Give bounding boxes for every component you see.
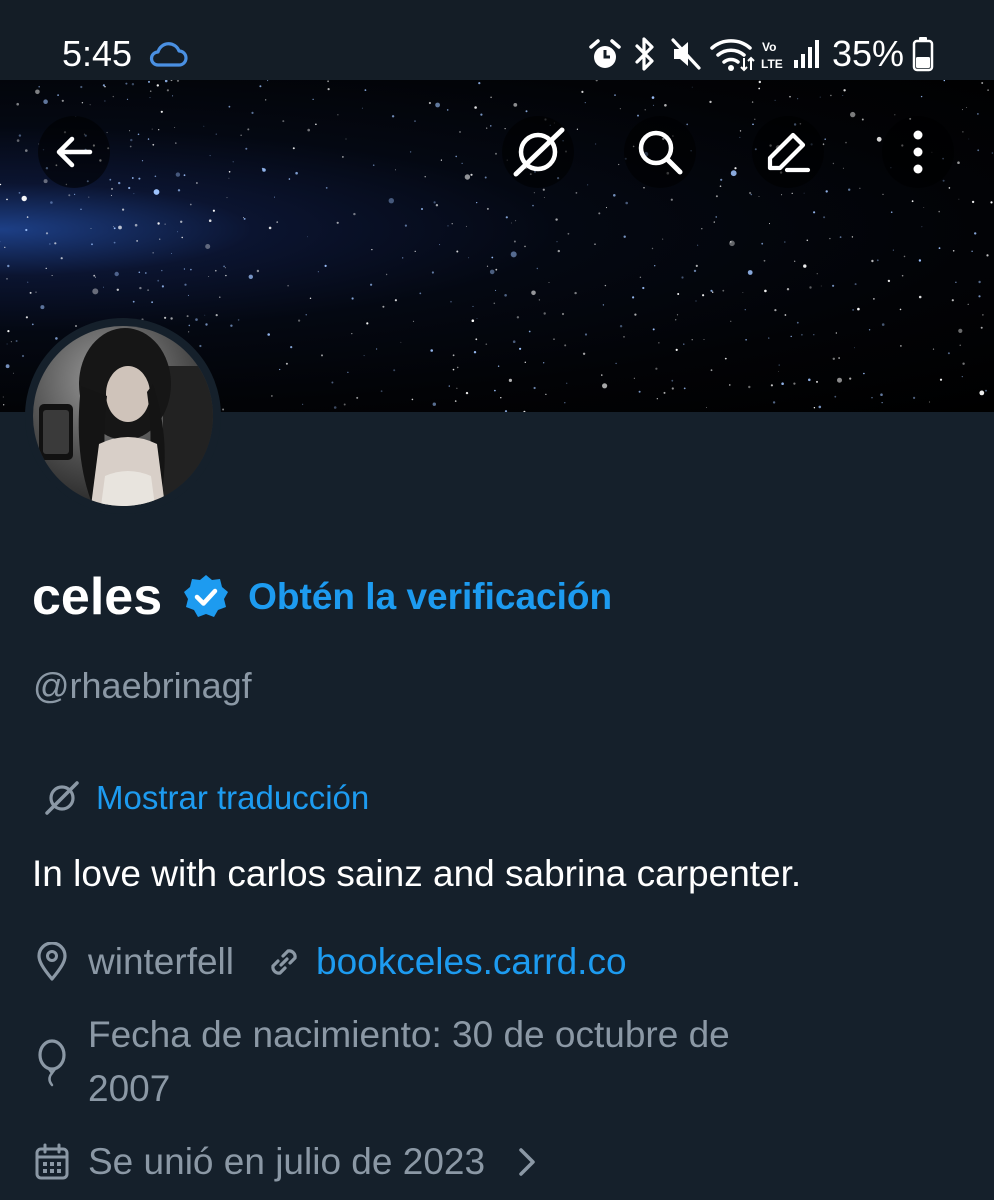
battery-percent: 35% bbox=[832, 33, 905, 74]
cloud-icon bbox=[149, 42, 188, 67]
back-button[interactable] bbox=[38, 116, 110, 188]
grok-translate-icon bbox=[45, 781, 79, 815]
verified-badge-icon[interactable] bbox=[182, 573, 230, 621]
balloon-icon bbox=[38, 1039, 66, 1087]
more-vertical-icon bbox=[913, 130, 923, 174]
chevron-right-icon bbox=[519, 1148, 535, 1176]
grok-button[interactable] bbox=[502, 116, 574, 188]
edit-button[interactable] bbox=[752, 116, 824, 188]
mute-icon bbox=[671, 38, 701, 70]
more-options-button[interactable] bbox=[882, 116, 954, 188]
status-bar: 5:45 Vo LTE 35% bbox=[0, 0, 994, 80]
bluetooth-icon bbox=[635, 37, 654, 71]
status-time: 5:45 bbox=[62, 33, 133, 74]
grok-icon bbox=[513, 127, 565, 177]
svg-text:Vo: Vo bbox=[762, 40, 776, 54]
birth-date-line-1: Fecha de nacimiento: 30 de octubre de bbox=[88, 1014, 730, 1055]
volte-icon: Vo LTE bbox=[761, 40, 783, 71]
display-name: celes bbox=[32, 568, 163, 626]
birth-date-line-2: 2007 bbox=[88, 1068, 171, 1109]
location-pin-icon bbox=[37, 942, 67, 981]
birth-date-text: Fecha de nacimiento: 30 de octubre de 20… bbox=[88, 1008, 918, 1116]
location-website-row: winterfell bookceles.carrd.co bbox=[34, 934, 627, 990]
show-translation-link[interactable]: Mostrar traducción bbox=[96, 775, 369, 821]
get-verified-link[interactable]: Obtén la verificación bbox=[248, 562, 612, 632]
location-text: winterfell bbox=[88, 941, 234, 982]
website-link[interactable]: bookceles.carrd.co bbox=[316, 936, 627, 988]
link-icon bbox=[271, 949, 297, 975]
signal-icon bbox=[794, 40, 819, 68]
edit-icon bbox=[767, 132, 811, 173]
avatar-photo bbox=[33, 326, 213, 506]
svg-text:LTE: LTE bbox=[761, 57, 783, 71]
wifi-icon bbox=[710, 39, 755, 72]
battery-icon bbox=[912, 37, 934, 72]
avatar[interactable] bbox=[25, 318, 221, 514]
translate-row[interactable]: Mostrar traducción bbox=[42, 775, 369, 821]
profile-screen: 5:45 Vo LTE 35% celes Obtén la verificac… bbox=[0, 0, 994, 1200]
back-arrow-icon bbox=[56, 136, 93, 168]
bio-text: In love with carlos sainz and sabrina ca… bbox=[32, 853, 802, 894]
user-handle: @rhaebrinagf bbox=[33, 665, 252, 706]
alarm-icon bbox=[589, 39, 621, 68]
calendar-icon bbox=[35, 1143, 69, 1180]
search-button[interactable] bbox=[624, 116, 696, 188]
name-row: celes Obtén la verificación bbox=[32, 562, 612, 632]
search-icon bbox=[638, 130, 683, 175]
joined-date-text: Se unió en julio de 2023 bbox=[88, 1141, 486, 1182]
joined-date-row[interactable]: Se unió en julio de 2023 bbox=[34, 1134, 541, 1190]
